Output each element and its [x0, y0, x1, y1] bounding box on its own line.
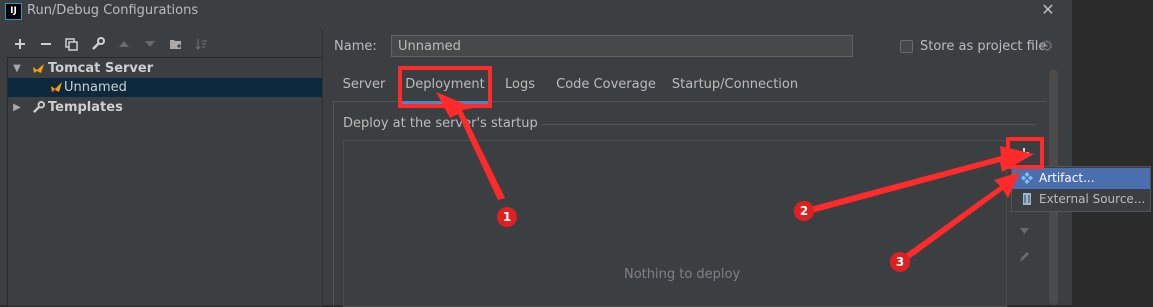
- annotation-arrow-3: [900, 172, 1020, 262]
- annotation-badge-1: 1: [497, 207, 517, 227]
- annotation-badge-3: 3: [890, 252, 910, 272]
- annotation-arrows: [436, 92, 1034, 262]
- annotation-arrow-1: [436, 92, 505, 200]
- annotation-badge-2: 2: [794, 201, 814, 221]
